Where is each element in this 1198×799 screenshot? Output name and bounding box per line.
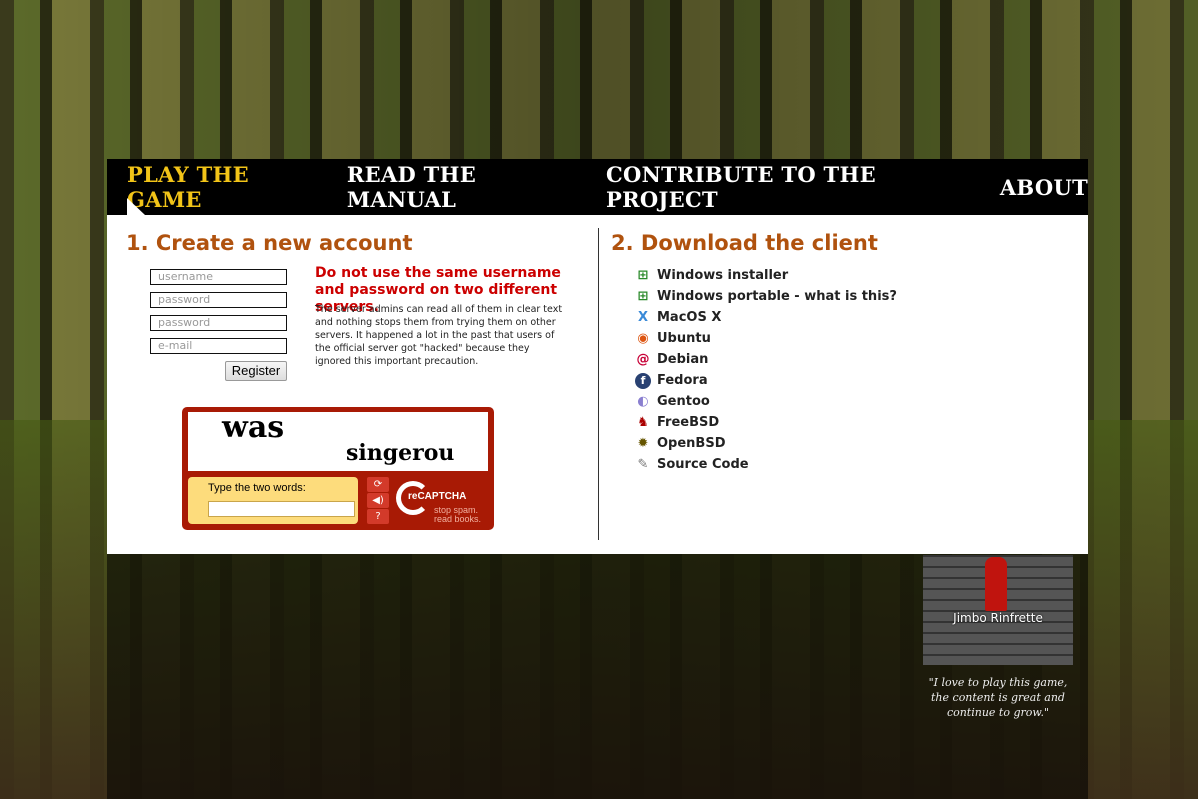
download-label: Windows installer	[657, 268, 789, 283]
nav-read-the-manual[interactable]: READ THE MANUAL	[347, 162, 578, 212]
macos-icon: X	[637, 309, 649, 325]
create-account-title: 1. Create a new account	[126, 231, 413, 255]
download-label: Gentoo	[657, 394, 710, 409]
column-divider	[598, 228, 599, 540]
captcha-prompt: Type the two words:	[208, 482, 306, 494]
source-code-icon: ✎	[637, 456, 649, 472]
nav-contribute[interactable]: CONTRIBUTE TO THE PROJECT	[606, 162, 972, 212]
download-windows-portable[interactable]: ⊞ Windows portable - what is this?	[635, 286, 897, 307]
nav-about[interactable]: ABOUT	[1000, 175, 1088, 200]
content-panel: 1. Create a new account username passwor…	[107, 215, 1088, 554]
ubuntu-icon: ◉	[637, 330, 649, 346]
freebsd-icon: ♞	[637, 414, 649, 430]
download-label: Windows portable - what is this?	[657, 289, 897, 304]
password-input[interactable]: password	[150, 292, 287, 308]
testimonial-name: Jimbo Rinfrette	[953, 611, 1043, 625]
openbsd-icon: ✹	[637, 435, 649, 451]
active-indicator	[127, 198, 145, 215]
download-label: Debian	[657, 352, 709, 367]
download-list: ⊞ Windows installer ⊞ Windows portable - w…	[635, 265, 897, 475]
download-label: OpenBSD	[657, 436, 726, 451]
audio-icon[interactable]: ◀)	[367, 493, 389, 508]
testimonial-image: Jimbo Rinfrette	[923, 555, 1073, 665]
nav-play-the-game[interactable]: PLAY THE GAME	[127, 162, 319, 212]
download-gentoo[interactable]: ◐ Gentoo	[635, 391, 897, 412]
download-macos[interactable]: X MacOS X	[635, 307, 897, 328]
download-title: 2. Download the client	[611, 231, 878, 255]
download-ubuntu[interactable]: ◉ Ubuntu	[635, 328, 897, 349]
download-label: Fedora	[657, 373, 708, 388]
captcha-image: was singerou	[188, 410, 488, 471]
recaptcha-brand: reCAPTCHA	[408, 491, 467, 502]
download-windows-installer[interactable]: ⊞ Windows installer	[635, 265, 897, 286]
captcha-word-1: was	[222, 410, 285, 445]
warning-info: The server admins can read all of them i…	[315, 304, 563, 367]
debian-icon: @	[636, 351, 650, 367]
download-freebsd[interactable]: ♞ FreeBSD	[635, 412, 897, 433]
download-openbsd[interactable]: ✹ OpenBSD	[635, 433, 897, 454]
captcha-word-2: singerou	[346, 440, 455, 466]
download-fedora[interactable]: f Fedora	[635, 370, 897, 391]
refresh-icon[interactable]: ⟳	[367, 477, 389, 492]
register-button[interactable]: Register	[225, 361, 287, 381]
download-label: Ubuntu	[657, 331, 711, 346]
gentoo-icon: ◐	[637, 393, 649, 409]
fedora-icon: f	[635, 372, 651, 389]
download-source-code[interactable]: ✎ Source Code	[635, 454, 897, 475]
recaptcha-widget: was singerou Type the two words: ⟳ ◀) ? …	[182, 407, 494, 530]
username-input[interactable]: username	[150, 269, 287, 285]
download-label: MacOS X	[657, 310, 722, 325]
help-icon[interactable]: ?	[367, 509, 389, 524]
main-container: PLAY THE GAME READ THE MANUAL CONTRIBUTE…	[107, 159, 1088, 799]
download-label: FreeBSD	[657, 415, 720, 430]
main-nav: PLAY THE GAME READ THE MANUAL CONTRIBUTE…	[107, 159, 1088, 215]
captcha-input-box: Type the two words:	[188, 477, 358, 524]
email-input[interactable]: e-mail	[150, 338, 287, 354]
windows-icon: ⊞	[637, 267, 649, 283]
character-sprite	[985, 557, 1007, 611]
download-debian[interactable]: @ Debian	[635, 349, 897, 370]
testimonial-quote: "I love to play this game, the content i…	[928, 676, 1068, 719]
recaptcha-tagline-2: read books.	[434, 514, 482, 524]
download-label: Source Code	[657, 457, 749, 472]
windows-icon: ⊞	[637, 288, 649, 304]
password-confirm-input[interactable]: password	[150, 315, 287, 331]
captcha-response-input[interactable]	[208, 501, 355, 517]
